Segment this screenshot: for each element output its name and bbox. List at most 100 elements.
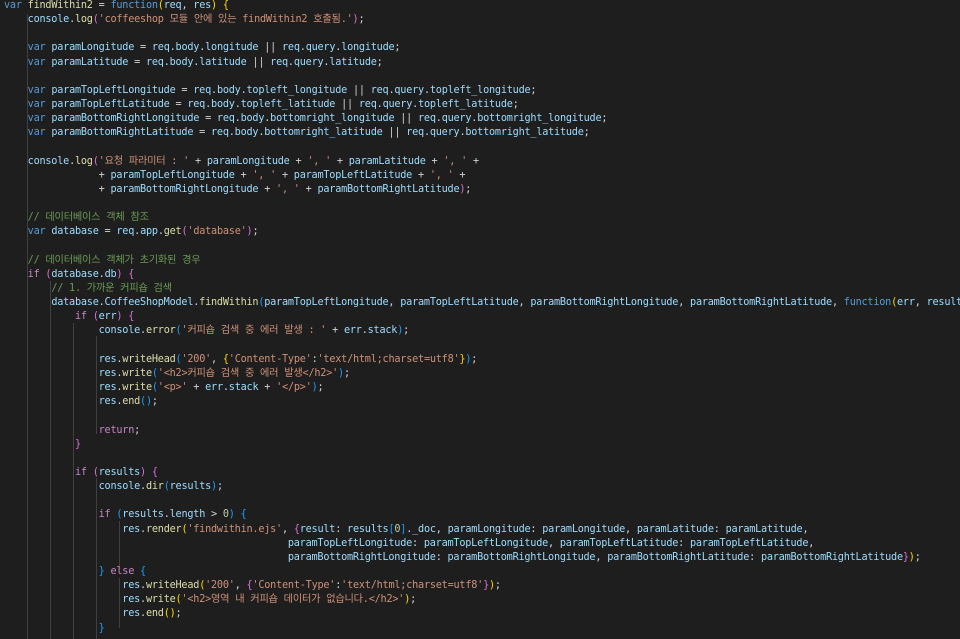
code-token: res [122, 608, 141, 620]
code-line[interactable]: var database = req.app.get('database'); [4, 225, 259, 239]
code-token: '<h2>커피숍 검색 중 에러 발생</h2>' [157, 367, 339, 379]
code-line[interactable]: // 1. 가까운 커피숍 검색 [4, 282, 172, 296]
code-token: bottomright_longitude [270, 113, 395, 125]
code-token: () [140, 396, 152, 408]
code-token: res [193, 0, 212, 11]
code-line[interactable]: } [4, 622, 105, 636]
code-line[interactable]: console.error('커피숍 검색 중 에러 발생 : ' + err.… [4, 324, 410, 338]
code-token: err [98, 311, 117, 323]
code-token: : [678, 537, 690, 549]
code-token: || [258, 42, 283, 54]
code-line[interactable]: // 데이터베이스 객체가 초기화된 경우 [4, 254, 201, 268]
code-token: err [897, 297, 915, 309]
code-line[interactable]: res.writeHead('200', {'Content-Type':'te… [4, 579, 501, 593]
code-token: ; [494, 580, 501, 592]
code-token: '커피숍 검색 중 에러 발생 : ' [181, 325, 327, 337]
code-line[interactable]: var paramTopLeftLongitude = req.body.top… [4, 84, 537, 98]
code-line[interactable]: var paramLatitude = req.body.latitude ||… [4, 56, 383, 70]
code-token: results [169, 481, 212, 493]
code-token: paramTopLeftLatitude [51, 99, 170, 111]
code-token: app [140, 226, 158, 238]
code-token: req [116, 226, 135, 238]
code-line[interactable]: var paramTopLeftLatitude = req.body.topl… [4, 98, 519, 112]
code-token: database [51, 297, 99, 309]
code-token: var [27, 42, 46, 54]
code-line[interactable]: var findWithin2 = function(req, res) { [4, 0, 229, 13]
code-token: if [27, 268, 40, 280]
code-token: // 1. 가까운 커피숍 검색 [51, 283, 172, 294]
code-editor[interactable]: var findWithin2 = function(req, res) { c… [0, 0, 960, 639]
code-line[interactable]: } [4, 438, 81, 452]
code-token: res [98, 367, 117, 379]
code-line[interactable]: res.write('<p>' + err.stack + '</p>'); [4, 381, 324, 395]
code-token: req [358, 99, 377, 111]
code-line[interactable]: database.CoffeeShopModel.findWithin(para… [4, 296, 960, 310]
code-line[interactable]: res.render('findwithin.ejs', {result: re… [4, 523, 808, 537]
code-line[interactable]: + paramTopLeftLongitude + ', ' + paramTo… [4, 169, 466, 183]
code-token: paramLongitude [206, 155, 290, 167]
code-token: + [289, 155, 308, 167]
code-token: paramLongitude [542, 523, 626, 535]
code-line[interactable]: res.end(); [4, 607, 181, 621]
code-token: length [169, 509, 206, 521]
code-token: 'coffeeshop 모듈 안에 있는 findWithin2 호출됨.' [98, 14, 353, 26]
code-line[interactable]: console.dir(results); [4, 480, 223, 494]
code-token: , [595, 551, 608, 563]
code-token: ; [403, 325, 410, 337]
code-token: console [98, 481, 141, 493]
code-token: = [175, 84, 194, 96]
code-line[interactable]: } else { [4, 565, 147, 579]
code-line[interactable]: if (results.length > 0) { [4, 508, 247, 522]
code-line[interactable]: + paramBottomRightLongitude + ', ' + par… [4, 183, 472, 197]
code-line[interactable]: var paramBottomRightLongitude = req.body… [4, 112, 608, 126]
code-token: paramTopLeftLatitude [559, 537, 679, 549]
code-token: // 데이터베이스 객체가 초기화된 경우 [27, 254, 201, 266]
code-token: 'text/html;charset=utf8' [341, 580, 484, 592]
code-token: : [749, 551, 761, 563]
code-token: paramLongitude [51, 42, 135, 54]
code-token: || [246, 56, 271, 68]
code-token: 'text/html;charset=utf8' [317, 353, 460, 365]
code-line[interactable]: if (results) { [4, 466, 158, 480]
code-line[interactable]: paramTopLeftLongitude: paramTopLeftLongi… [4, 537, 815, 551]
code-line[interactable]: return; [4, 424, 141, 438]
code-line[interactable]: // 데이터베이스 객체 참조 [4, 211, 149, 225]
code-line[interactable]: res.write('<h2>커피숍 검색 중 에러 발생</h2>'); [4, 367, 350, 381]
code-token: ; [512, 99, 519, 111]
code-token: findWithin2 [27, 0, 93, 11]
code-line[interactable]: var paramBottomRightLatitude = req.body.… [4, 126, 590, 140]
code-line[interactable]: if (err) { [4, 310, 134, 324]
code-token: longitude [341, 42, 395, 54]
code-token: + [258, 183, 277, 195]
code-line[interactable]: var paramLongitude = req.body.longitude … [4, 41, 401, 55]
code-token: 'Content-Type' [228, 353, 312, 365]
code-token: database [51, 268, 99, 280]
code-line[interactable]: console.log('요청 파라미터 : ' + paramLongitud… [4, 155, 479, 169]
code-token: stack [228, 382, 259, 394]
code-line[interactable]: paramBottomRightLongitude: paramBottomRi… [4, 551, 921, 565]
code-token: req [151, 42, 170, 54]
code-line[interactable]: console.log('coffeeshop 모듈 안에 있는 findWit… [4, 13, 365, 27]
code-token: = [199, 113, 217, 125]
code-line[interactable]: res.writeHead('200', {'Content-Type':'te… [4, 353, 478, 367]
code-line[interactable]: if (database.db) { [4, 268, 135, 282]
code-line[interactable]: res.end(); [4, 395, 158, 409]
code-token: body [169, 56, 194, 68]
code-token: || [335, 99, 359, 111]
code-token: '요청 파라미터 : ' [98, 155, 190, 167]
code-token: return [98, 424, 135, 436]
code-token: paramTopLeftLatitude [293, 169, 413, 181]
code-line[interactable]: res.write('<h2>영역 내 커피숍 데이터가 없습니다.</h2>'… [4, 593, 416, 607]
